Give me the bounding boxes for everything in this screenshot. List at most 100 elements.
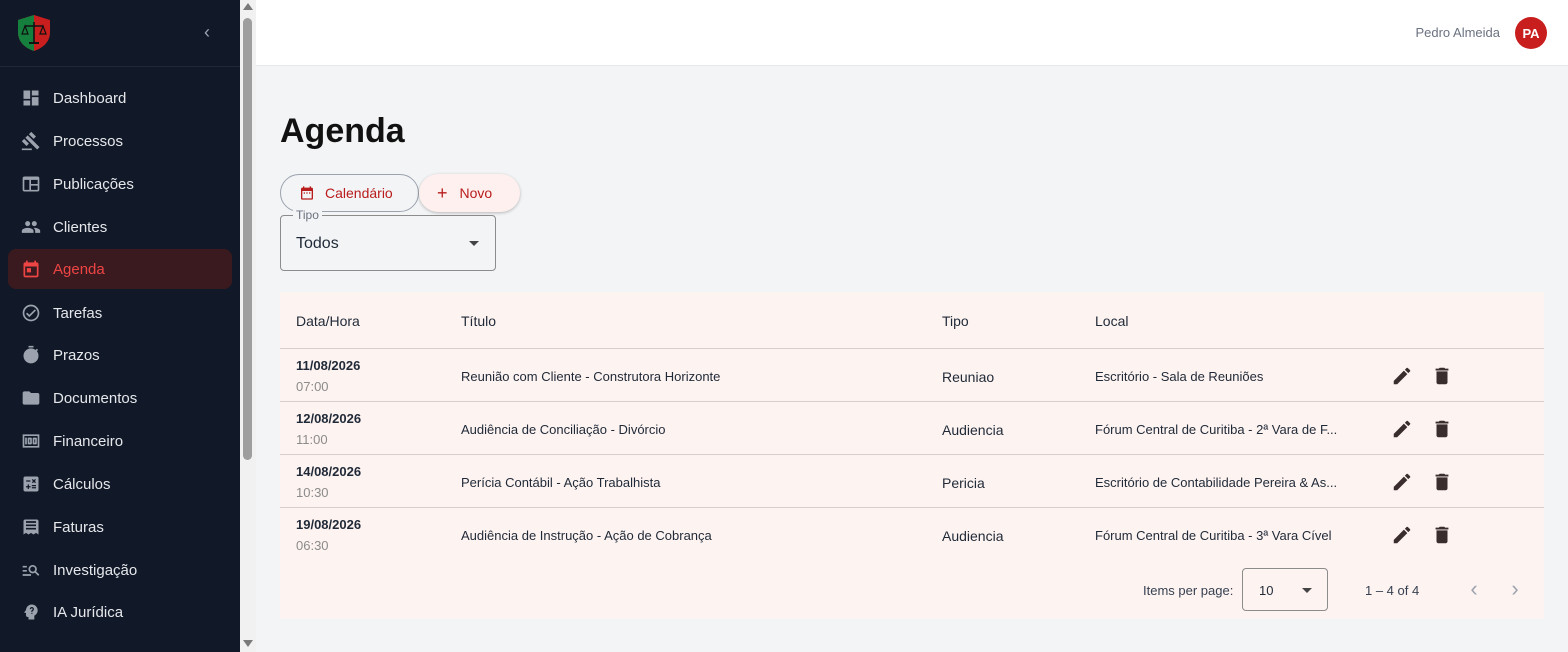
- gavel-icon: [21, 131, 41, 151]
- sidebar-item-label: IA Jurídica: [53, 603, 124, 621]
- receipt-icon: [21, 517, 41, 537]
- sidebar-item-ia-juridica[interactable]: IA Jurídica: [8, 592, 232, 632]
- calendar-icon: [21, 259, 41, 279]
- ai-icon: [21, 602, 41, 622]
- sidebar-item-documentos[interactable]: Documentos: [8, 378, 232, 418]
- newspaper-icon: [21, 174, 41, 194]
- sidebar-item-agenda[interactable]: Agenda: [8, 249, 232, 289]
- delete-icon[interactable]: [1431, 524, 1453, 546]
- sidebar-item-financeiro[interactable]: Financeiro: [8, 421, 232, 461]
- column-header-tipo[interactable]: Tipo: [942, 313, 969, 329]
- sidebar-item-tarefas[interactable]: Tarefas: [8, 293, 232, 333]
- row-date: 19/08/2026: [296, 517, 362, 532]
- calendar-button-label: Calendário: [325, 185, 393, 201]
- tipo-select[interactable]: Tipo Todos: [280, 208, 496, 271]
- edit-icon[interactable]: [1391, 365, 1413, 387]
- table-row[interactable]: 12/08/2026 11:00 Audiência de Conciliaçã…: [280, 402, 1544, 455]
- sidebar-item-label: Cálculos: [53, 475, 111, 493]
- next-page-button[interactable]: ›: [1505, 578, 1525, 602]
- edit-icon[interactable]: [1391, 471, 1413, 493]
- sidebar-item-calculos[interactable]: Cálculos: [8, 464, 232, 504]
- top-bar: Pedro Almeida PA: [256, 0, 1568, 66]
- paginator-range: 1 – 4 of 4: [1365, 583, 1420, 598]
- sidebar-item-processos[interactable]: Processos: [8, 121, 232, 161]
- row-tipo: Audiencia: [942, 422, 1004, 438]
- row-time: 11:00: [296, 432, 328, 447]
- sidebar-item-label: Processos: [53, 132, 124, 150]
- folder-icon: [21, 388, 41, 408]
- row-tipo: Pericia: [942, 475, 985, 491]
- sidebar-item-label: Agenda: [53, 260, 105, 278]
- row-time: 07:00: [296, 379, 329, 394]
- delete-icon[interactable]: [1431, 365, 1453, 387]
- scroll-down-arrow-icon[interactable]: [243, 640, 253, 647]
- delete-icon[interactable]: [1431, 471, 1453, 493]
- sidebar-scrollbar[interactable]: [240, 0, 256, 652]
- items-per-page-label: Items per page:: [1143, 583, 1234, 598]
- app-logo: [16, 14, 52, 52]
- dashboard-icon: [21, 88, 41, 108]
- tipo-select-value: Todos: [296, 235, 339, 252]
- column-header-local[interactable]: Local: [1095, 313, 1128, 329]
- sidebar-item-label: Investigação: [53, 561, 138, 579]
- sidebar-item-label: Tarefas: [53, 304, 103, 322]
- row-date: 11/08/2026: [296, 358, 361, 373]
- avatar[interactable]: PA: [1515, 17, 1547, 49]
- sidebar-item-publicacoes[interactable]: Publicações: [8, 164, 232, 204]
- sidebar-item-faturas[interactable]: Faturas: [8, 507, 232, 547]
- page-size-select[interactable]: 10: [1242, 568, 1328, 611]
- row-date: 12/08/2026: [296, 411, 362, 426]
- table-row[interactable]: 19/08/2026 06:30 Audiência de Instrução …: [280, 508, 1544, 561]
- row-local: Escritório - Sala de Reuniões: [1095, 369, 1264, 384]
- search-list-icon: [21, 560, 41, 580]
- sidebar-divider: [0, 66, 240, 67]
- sidebar-item-prazos[interactable]: Prazos: [8, 335, 232, 375]
- sidebar-item-label: Dashboard: [53, 89, 127, 107]
- sidebar-item-clientes[interactable]: Clientes: [8, 207, 232, 247]
- column-header-titulo[interactable]: Título: [461, 313, 496, 329]
- calendar-icon: [301, 186, 313, 200]
- row-date: 14/08/2026: [296, 464, 362, 479]
- previous-page-button[interactable]: ‹: [1464, 578, 1484, 602]
- row-title: Perícia Contábil - Ação Trabalhista: [461, 475, 661, 490]
- check-circle-icon: [21, 303, 41, 323]
- delete-icon[interactable]: [1431, 418, 1453, 440]
- row-tipo: Audiencia: [942, 528, 1004, 544]
- row-title: Reunião com Cliente - Construtora Horizo…: [461, 369, 721, 384]
- column-header-data-hora[interactable]: Data/Hora: [296, 313, 360, 329]
- sidebar-item-label: Documentos: [53, 389, 138, 407]
- money-icon: [21, 431, 41, 451]
- new-button-label: Novo: [459, 185, 493, 201]
- scroll-up-arrow-icon[interactable]: [243, 3, 253, 10]
- sidebar-item-dashboard[interactable]: Dashboard: [8, 78, 232, 118]
- row-time: 06:30: [296, 538, 329, 553]
- people-icon: [21, 217, 41, 237]
- sidebar-item-label: Publicações: [53, 175, 134, 193]
- page-size-value: 10: [1259, 583, 1274, 598]
- collapse-sidebar-button[interactable]: ‹: [198, 22, 216, 42]
- calendar-button[interactable]: Calendário: [280, 174, 419, 212]
- sidebar-item-label: Clientes: [53, 218, 108, 236]
- edit-icon[interactable]: [1391, 418, 1413, 440]
- sidebar-item-label: Faturas: [53, 518, 104, 536]
- sidebar-item-investigacao[interactable]: Investigação: [8, 550, 232, 590]
- page-title: Agenda: [280, 112, 405, 150]
- chevron-down-icon: [1302, 588, 1312, 593]
- agenda-table: Data/Hora Título Tipo Local 11/08/2026 0…: [280, 292, 1544, 619]
- user-name[interactable]: Pedro Almeida: [1415, 25, 1500, 40]
- calculator-icon: [21, 474, 41, 494]
- sidebar: ‹ Dashboard Processos Publicações Client…: [0, 0, 240, 652]
- stopwatch-icon: [21, 345, 41, 365]
- row-title: Audiência de Instrução - Ação de Cobranç…: [461, 528, 712, 543]
- row-time: 10:30: [296, 485, 329, 500]
- edit-icon[interactable]: [1391, 524, 1413, 546]
- scrollbar-thumb[interactable]: [243, 18, 252, 460]
- sidebar-item-label: Financeiro: [53, 432, 124, 450]
- row-local: Fórum Central de Curitiba - 2ª Vara de F…: [1095, 422, 1338, 437]
- chevron-down-icon: [469, 241, 479, 246]
- table-row[interactable]: 11/08/2026 07:00 Reunião com Cliente - C…: [280, 349, 1544, 402]
- new-button[interactable]: + Novo: [419, 174, 520, 212]
- row-local: Escritório de Contabilidade Pereira & As…: [1095, 475, 1338, 490]
- row-tipo: Reuniao: [942, 369, 995, 385]
- table-row[interactable]: 14/08/2026 10:30 Perícia Contábil - Ação…: [280, 455, 1544, 508]
